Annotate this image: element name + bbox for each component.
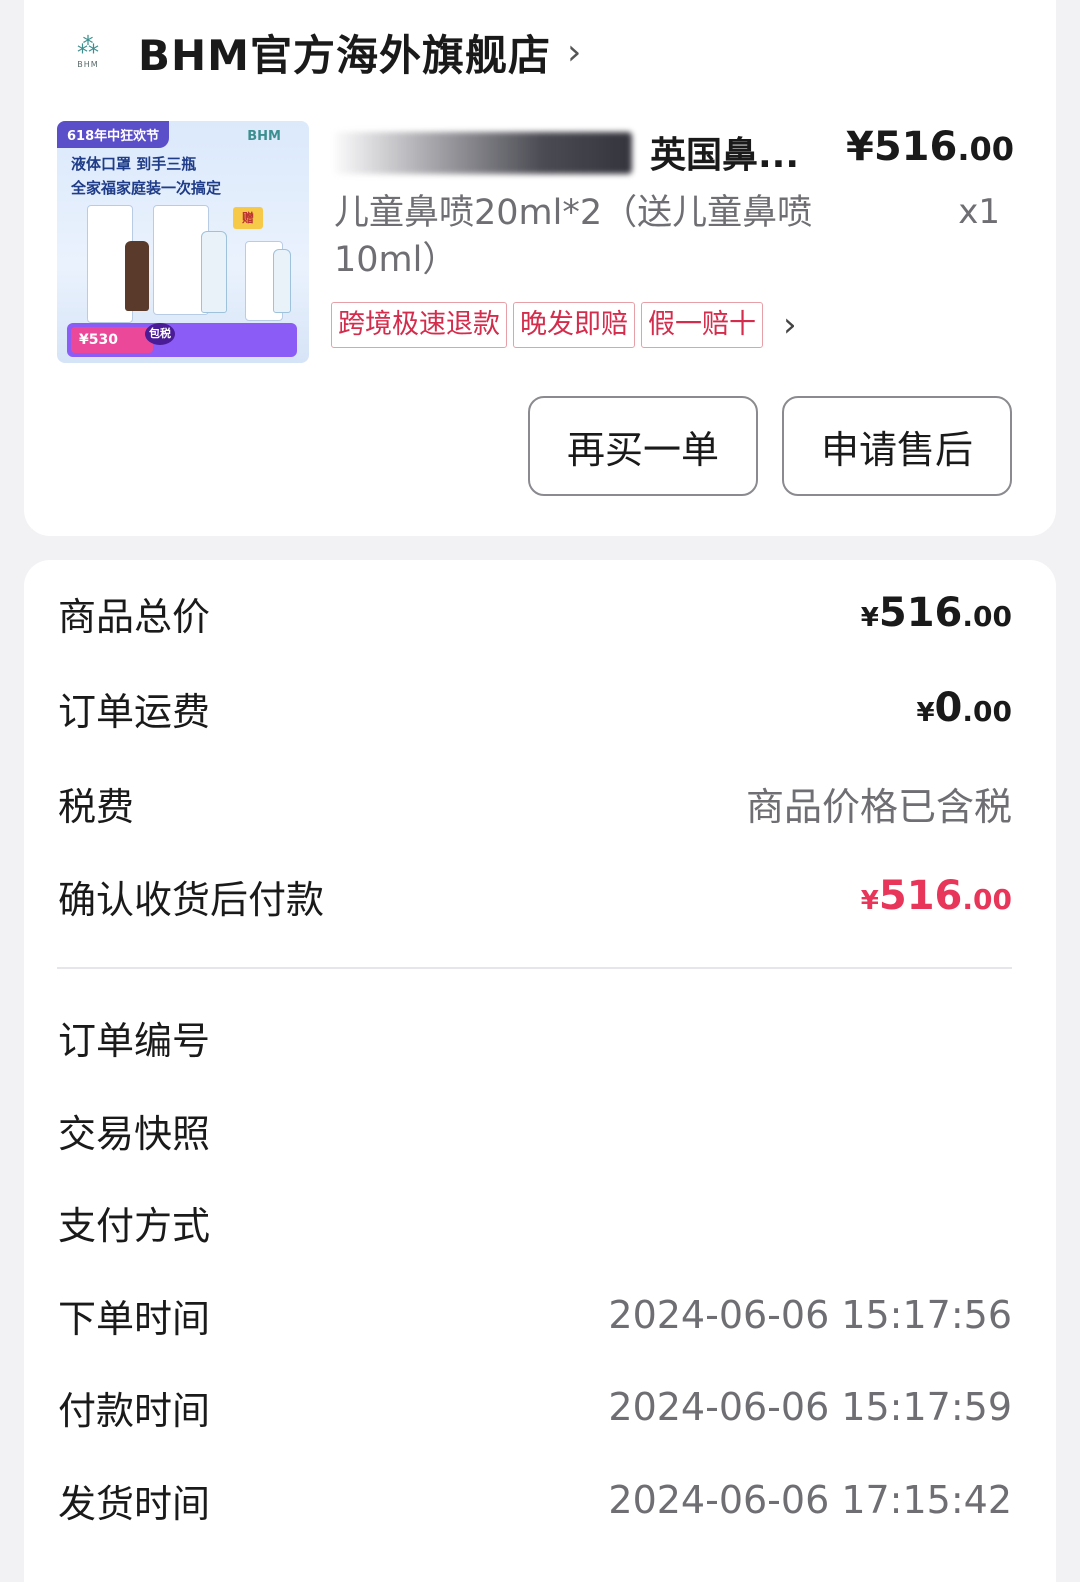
shipping-row: 订单运费 ¥0.00 <box>58 678 1012 738</box>
pay-time-row: 付款时间 2024-06-06 15:17:59 <box>58 1377 1012 1437</box>
tax-row: 税费 商品价格已含税 <box>58 773 1012 833</box>
promo-badge: 618年中狂欢节 <box>57 121 170 148</box>
product-thumbnail[interactable]: 618年中狂欢节 BHM 液体口罩 到手三瓶 全家福家庭装一次搞定 赠 ¥530… <box>57 121 309 363</box>
tag-late-ship-compensation: 晚发即赔 <box>513 302 635 348</box>
store-header[interactable]: ⁂ BHM BHM官方海外旗舰店 › <box>56 0 581 104</box>
product-quantity: x1 <box>958 192 1000 232</box>
tag-fast-refund: 跨境极速退款 <box>331 302 507 348</box>
pay-after-receipt-row: 确认收货后付款 ¥516.00 <box>58 866 1012 926</box>
gift-badge: 赠 <box>233 207 263 229</box>
product-title[interactable]: 英国鼻... <box>650 126 799 178</box>
price-decimal: .00 <box>957 130 1014 168</box>
product-brand-text: BHM <box>247 129 281 144</box>
trade-snapshot-label: 交易快照 <box>58 1111 211 1156</box>
section-divider <box>57 967 1012 969</box>
tax-label: 税费 <box>58 784 135 829</box>
order-number-label: 订单编号 <box>58 1018 211 1063</box>
order-time-row: 下单时间 2024-06-06 15:17:56 <box>58 1285 1012 1345</box>
shipping-value: ¥0.00 <box>916 685 1012 731</box>
redacted-title-segment <box>334 132 632 174</box>
product-spec: 儿童鼻喷20ml*2（送儿童鼻喷10ml） <box>334 193 813 280</box>
shipping-label: 订单运费 <box>58 689 211 734</box>
goods-total-label: 商品总价 <box>58 594 211 639</box>
chevron-right-icon[interactable]: › <box>567 32 581 73</box>
spray-bottle-icon <box>273 249 291 313</box>
pay-time-label: 付款时间 <box>58 1388 211 1433</box>
order-time-label: 下单时间 <box>58 1296 211 1341</box>
pay-after-receipt-label: 确认收货后付款 <box>58 877 325 922</box>
goods-total-row: 商品总价 ¥516.00 <box>58 583 1012 643</box>
rebuy-button[interactable]: 再买一单 <box>528 396 758 496</box>
chevron-right-icon[interactable]: › <box>783 305 797 345</box>
pay-time-value: 2024-06-06 15:17:59 <box>608 1385 1012 1429</box>
payment-method-row: 支付方式 <box>58 1192 1012 1252</box>
store-logo: ⁂ BHM <box>56 20 120 84</box>
ship-time-row: 发货时间 2024-06-06 17:15:42 <box>58 1470 1012 1530</box>
package-badge: 包税 <box>145 323 175 345</box>
bottle-icon <box>125 241 149 311</box>
order-time-value: 2024-06-06 15:17:56 <box>608 1293 1012 1337</box>
product-price: ¥516.00 <box>846 124 1014 170</box>
promo-line-2: 全家福家庭装一次搞定 <box>71 179 222 197</box>
price-integer: ¥516 <box>845 124 958 170</box>
ship-time-value: 2024-06-06 17:15:42 <box>608 1478 1012 1522</box>
promo-line-1: 液体口罩 到手三瓶 <box>71 155 197 173</box>
after-sale-button[interactable]: 申请售后 <box>782 396 1012 496</box>
tax-value: 商品价格已含税 <box>745 784 1012 829</box>
store-logo-text: BHM <box>77 59 99 69</box>
trade-snapshot-row[interactable]: 交易快照 <box>58 1100 1012 1160</box>
promo-price-tag: ¥530 <box>71 327 153 353</box>
order-number-row[interactable]: 订单编号 <box>58 1007 1012 1067</box>
store-name[interactable]: BHM官方海外旗舰店 <box>138 22 551 83</box>
payment-method-label: 支付方式 <box>58 1203 211 1248</box>
spray-bottle-icon <box>201 231 227 313</box>
goods-total-value: ¥516.00 <box>860 590 1012 636</box>
service-tags[interactable]: 跨境极速退款 晚发即赔 假一赔十 › <box>331 302 797 348</box>
bhm-logo-icon: ⁂ <box>77 33 99 59</box>
tag-fake-compensation: 假一赔十 <box>641 302 763 348</box>
ship-time-label: 发货时间 <box>58 1481 211 1526</box>
pay-after-receipt-value: ¥516.00 <box>860 873 1012 919</box>
